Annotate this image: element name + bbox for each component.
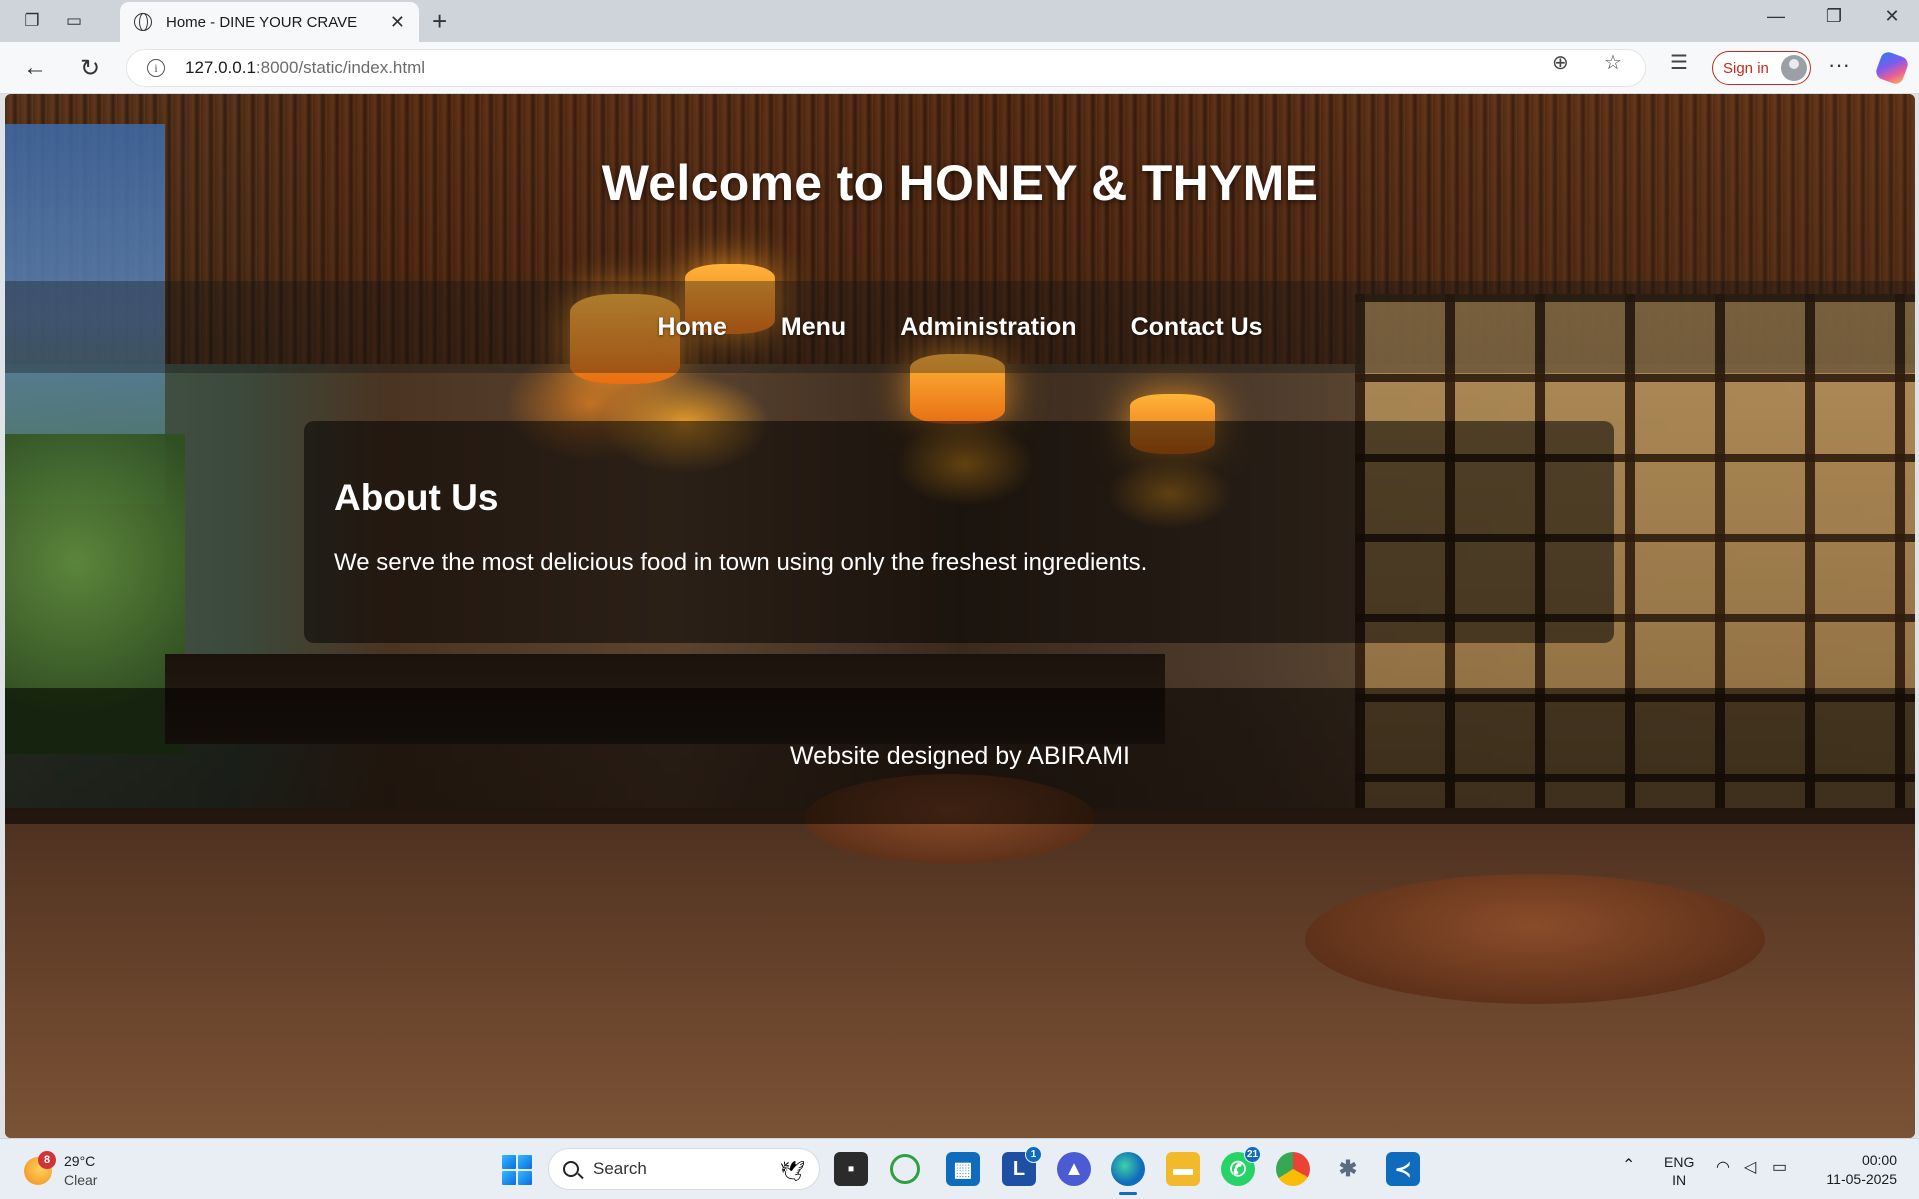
file-explorer-icon[interactable]: ▬: [1166, 1152, 1200, 1186]
weather-badge: 8: [38, 1151, 56, 1169]
task-view-icon[interactable]: ▪: [834, 1152, 868, 1186]
active-app-indicator: [1119, 1192, 1137, 1195]
search-icon: [563, 1161, 579, 1177]
clock-time: 00:00: [1861, 1152, 1897, 1168]
browser-tab-home[interactable]: Home - DINE YOUR CRAVE ✕: [120, 2, 419, 42]
url-host: 127.0.0.1: [185, 58, 256, 77]
favorites-icon[interactable]: ☰: [1670, 50, 1688, 75]
nav-menu-link[interactable]: Menu: [754, 313, 873, 342]
clock-date: 11-05-2025: [1826, 1171, 1897, 1187]
wifi-icon[interactable]: ◠: [1716, 1159, 1730, 1177]
store-icon[interactable]: ▦: [946, 1152, 980, 1186]
whatsapp-icon[interactable]: ✆ 21: [1221, 1146, 1261, 1186]
weather-temp: 29°C: [64, 1153, 96, 1169]
back-icon[interactable]: ←: [20, 54, 50, 82]
battery-icon[interactable]: ▭: [1772, 1159, 1787, 1177]
site-info-icon[interactable]: i: [147, 59, 165, 77]
lang-bottom: IN: [1672, 1172, 1687, 1188]
show-hidden-icons[interactable]: ⌃: [1622, 1157, 1635, 1175]
workspaces-icon[interactable]: ❐: [16, 5, 48, 37]
refresh-icon[interactable]: ↻: [75, 54, 105, 83]
restore-icon[interactable]: ❐: [1814, 6, 1854, 27]
weather-widget[interactable]: 8 29°C Clear: [24, 1151, 114, 1191]
nav-administration-link[interactable]: Administration: [873, 313, 1103, 342]
start-button[interactable]: [502, 1155, 532, 1185]
edge-icon[interactable]: [1111, 1152, 1145, 1186]
taskbar: 8 29°C Clear Search 🕊 ▪ ▦ L 1 ▲ ▬ ✆ 21 ✱…: [0, 1138, 1919, 1199]
search-label: Search: [593, 1159, 647, 1178]
nav-contact-link[interactable]: Contact Us: [1104, 313, 1290, 342]
language-indicator[interactable]: ENG IN: [1664, 1153, 1694, 1189]
avatar-icon: [1781, 55, 1807, 81]
chrome-icon[interactable]: [1276, 1152, 1310, 1186]
volume-icon[interactable]: ◁: [1744, 1159, 1756, 1177]
page-viewport: Welcome to HONEY & THYME Home Menu Admin…: [5, 94, 1915, 1138]
about-text: We serve the most delicious food in town…: [334, 549, 1148, 576]
app-badge: 1: [1025, 1146, 1042, 1163]
globe-icon: [134, 13, 152, 31]
tab-title: Home - DINE YOUR CRAVE: [166, 13, 358, 31]
close-tab-icon[interactable]: ✕: [390, 12, 405, 33]
background-table: [1305, 874, 1765, 1004]
weather-condition: Clear: [64, 1172, 98, 1188]
address-bar: ← ↻ i 127.0.0.1:8000/static/index.html ⊕…: [0, 42, 1919, 94]
zoom-icon[interactable]: ⊕: [1552, 50, 1569, 75]
new-tab-button[interactable]: +: [432, 6, 447, 37]
main-nav: Home Menu Administration Contact Us: [5, 281, 1915, 373]
page-footer: Website designed by ABIRAMI: [5, 688, 1915, 824]
whatsapp-badge: 21: [1244, 1146, 1261, 1163]
url-path: :8000/static/index.html: [255, 58, 426, 77]
window-close-icon[interactable]: ✕: [1872, 6, 1912, 27]
nav-home-link[interactable]: Home: [630, 313, 753, 342]
lang-top: ENG: [1664, 1154, 1695, 1170]
about-heading: About Us: [334, 477, 499, 518]
sign-in-label: Sign in: [1723, 59, 1769, 77]
sign-in-button[interactable]: Sign in: [1712, 51, 1811, 85]
taskbar-search[interactable]: Search 🕊: [548, 1148, 820, 1190]
l-app-icon[interactable]: L 1: [1002, 1146, 1042, 1186]
vscode-icon[interactable]: ≺: [1386, 1152, 1420, 1186]
favorite-star-icon[interactable]: ☆: [1604, 50, 1622, 75]
clock[interactable]: 00:00 11-05-2025: [1826, 1151, 1897, 1189]
spider-app-icon[interactable]: ✱: [1331, 1152, 1365, 1186]
refresh-app-icon[interactable]: [890, 1154, 920, 1184]
page-title: Welcome to HONEY & THYME: [601, 155, 1319, 211]
url-input[interactable]: i 127.0.0.1:8000/static/index.html: [126, 49, 1646, 87]
tab-actions-icon[interactable]: ▭: [58, 5, 90, 37]
search-highlight-icon: 🕊: [779, 1161, 805, 1183]
footer-text: Website designed by ABIRAMI: [790, 741, 1130, 770]
proton-vpn-icon[interactable]: ▲: [1057, 1152, 1091, 1186]
minimize-icon[interactable]: —: [1756, 6, 1796, 27]
about-section: About Us We serve the most delicious foo…: [304, 421, 1614, 643]
copilot-icon[interactable]: [1874, 50, 1910, 86]
more-options-icon[interactable]: ···: [1828, 52, 1850, 78]
